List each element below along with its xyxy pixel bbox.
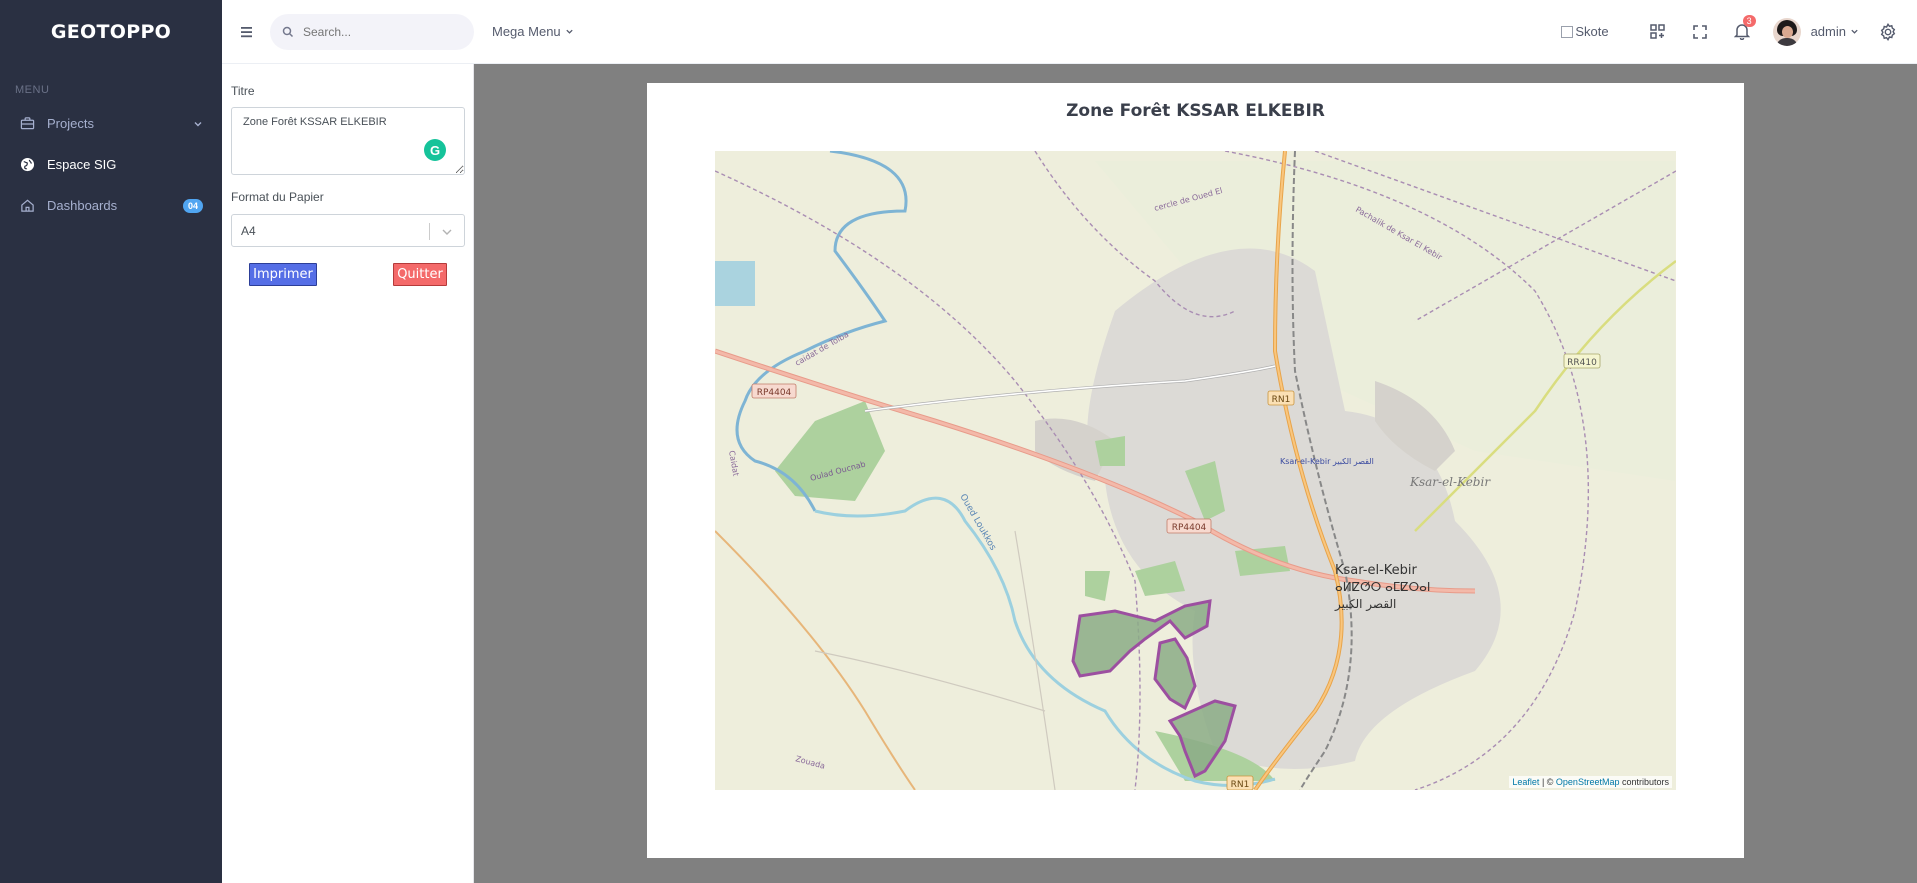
- print-settings-panel: Titre Zone Forêt KSSAR ELKEBIR G Format …: [222, 64, 474, 883]
- search-input[interactable]: [303, 24, 453, 39]
- notification-count-badge: 3: [1742, 14, 1756, 27]
- road-label-rp4404: RP4404: [757, 388, 792, 398]
- avatar: [1772, 17, 1801, 46]
- road-label-rn1: RN1: [1272, 395, 1291, 405]
- broken-image-icon: [1561, 25, 1574, 38]
- chevron-down-icon: [442, 229, 452, 235]
- format-label: Format du Papier: [231, 190, 324, 204]
- menu-title: MENU: [15, 84, 50, 96]
- road-label-rn1: RN1: [1231, 780, 1250, 790]
- map-attribution: Leaflet | © OpenStreetMap contributors: [1509, 776, 1672, 788]
- chevron-down-icon: [194, 121, 202, 126]
- globe-icon: [19, 157, 35, 173]
- attribution-separator: | ©: [1539, 777, 1556, 787]
- sidebar-item-label: Dashboards: [47, 198, 118, 213]
- language-flag[interactable]: Skote: [1561, 24, 1609, 39]
- paper-format-value: A4: [241, 223, 256, 238]
- hamburger-menu-icon[interactable]: [236, 24, 258, 40]
- sidebar: GEOTOPPO MENU Projects Espace SIG Dashbo…: [0, 0, 222, 883]
- sidebar-item-label: Espace SIG: [47, 157, 117, 172]
- map-container[interactable]: RP4404 RP4404 RR410 RN1 RN1 Ksar-el-Kebi…: [715, 151, 1676, 790]
- briefcase-icon: [19, 116, 35, 132]
- count-badge: 04: [182, 198, 203, 213]
- grammarly-icon[interactable]: G: [424, 139, 446, 161]
- user-menu[interactable]: admin: [1772, 17, 1859, 46]
- home-icon: [19, 198, 35, 214]
- district-label: Ksar-el-Kebir: [1409, 475, 1491, 489]
- apps-grid-button[interactable]: [1637, 11, 1679, 53]
- chevron-down-icon: [1851, 29, 1858, 34]
- settings-button[interactable]: [1867, 11, 1909, 53]
- paper-sheet: Zone Forêt KSSAR ELKEBIR RP4404 RP4404 R…: [647, 83, 1744, 858]
- road-label-rp4404: RP4404: [1172, 523, 1207, 533]
- leaflet-link[interactable]: Leaflet: [1512, 777, 1539, 787]
- fullscreen-button[interactable]: [1679, 11, 1721, 53]
- sidebar-item-projects[interactable]: Projects: [0, 103, 222, 144]
- paper-format-select[interactable]: A4: [231, 214, 465, 247]
- search-icon: [282, 26, 294, 37]
- chevron-down-icon: [566, 29, 573, 34]
- topbar: Mega Menu Skote 3 admin: [222, 0, 1917, 64]
- map-canvas[interactable]: RP4404 RP4404 RR410 RN1 RN1 Ksar-el-Kebi…: [715, 151, 1676, 790]
- quit-button[interactable]: Quitter: [393, 263, 447, 286]
- topbar-actions: Skote 3 admin: [1561, 0, 1917, 64]
- apps-grid-icon: [1650, 24, 1665, 39]
- titre-label: Titre: [231, 84, 255, 98]
- user-name: admin: [1810, 24, 1846, 39]
- fullscreen-icon: [1692, 24, 1707, 39]
- city-label-arabic: القصر الكبير: [1334, 597, 1396, 612]
- print-button[interactable]: Imprimer: [249, 263, 317, 286]
- search-box[interactable]: [270, 13, 474, 50]
- city-label: Ksar-el-Kebir: [1335, 563, 1418, 578]
- print-preview-area: Zone Forêt KSSAR ELKEBIR RP4404 RP4404 R…: [474, 64, 1917, 883]
- mega-menu-dropdown[interactable]: Mega Menu: [492, 24, 574, 39]
- brand-logo[interactable]: GEOTOPPO: [0, 0, 222, 64]
- station-label: Ksar-el-Kebir القصر الكبير: [1280, 457, 1374, 466]
- flag-alt-text: Skote: [1575, 24, 1609, 39]
- road-label-rr410: RR410: [1567, 358, 1597, 368]
- sidebar-item-dashboards[interactable]: Dashboards 04: [0, 185, 222, 226]
- sidebar-item-label: Projects: [47, 116, 94, 131]
- mega-menu-label: Mega Menu: [492, 24, 561, 39]
- select-separator: [429, 223, 430, 240]
- map-title: Zone Forêt KSSAR ELKEBIR: [1066, 101, 1325, 121]
- osm-link[interactable]: OpenStreetMap: [1556, 777, 1620, 787]
- gear-icon: [1880, 22, 1896, 41]
- city-label-tifinagh: ⴰⵍⵇⵚⵔ ⴰⵎⵇⵔⴰⵏ: [1335, 580, 1430, 594]
- sidebar-item-espace-sig[interactable]: Espace SIG: [0, 144, 222, 185]
- notifications-button[interactable]: 3: [1721, 11, 1763, 53]
- attribution-suffix: contributors: [1619, 777, 1669, 787]
